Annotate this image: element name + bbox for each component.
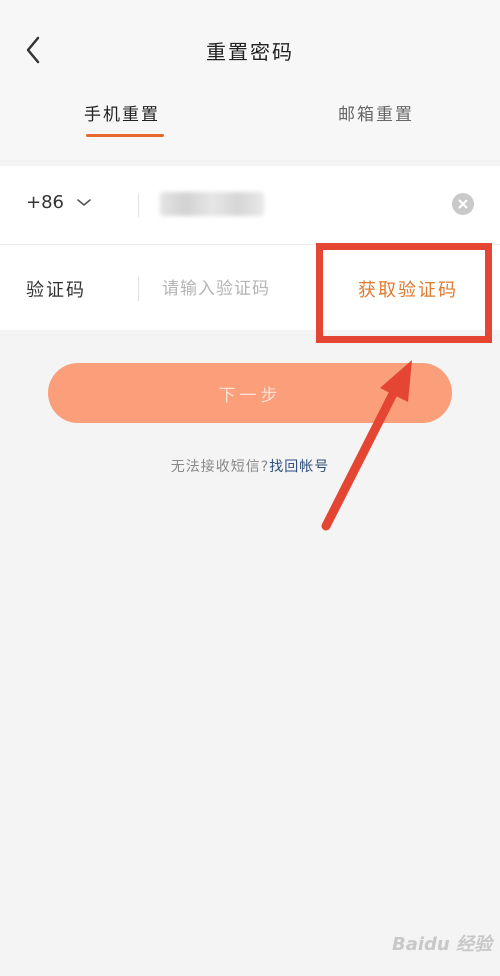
watermark-logo: Baidu 经验 <box>392 934 493 955</box>
annotation-arrow-icon <box>321 360 412 531</box>
